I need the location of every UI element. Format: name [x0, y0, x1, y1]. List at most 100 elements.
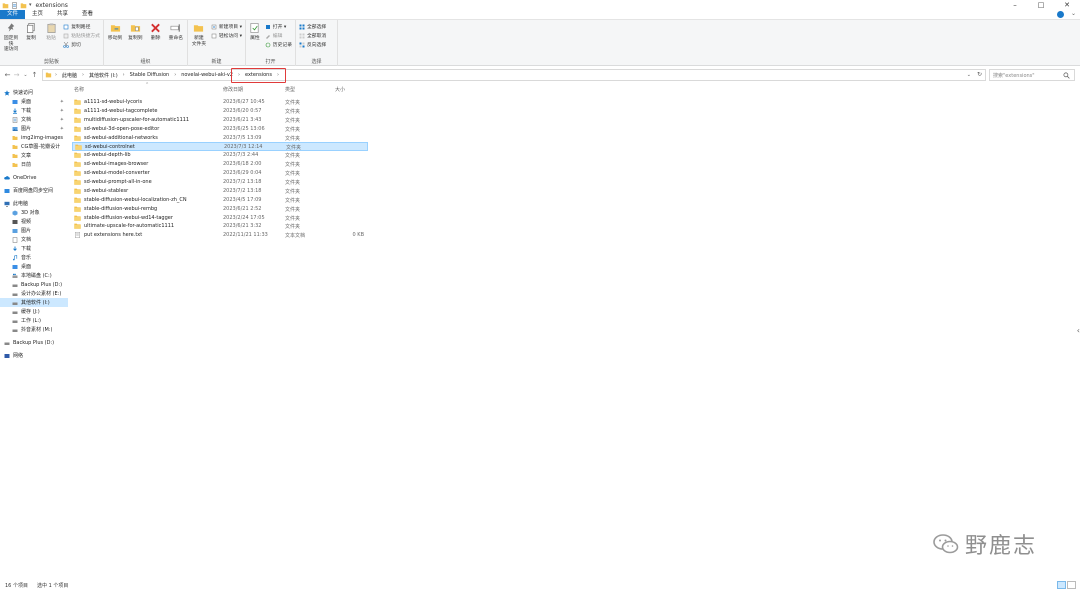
help-icon[interactable]	[1057, 11, 1064, 18]
large-icons-view-button[interactable]	[1067, 581, 1076, 589]
nav-downloads[interactable]: 下载 ✦	[0, 106, 68, 115]
file-row[interactable]: sd-webui-additional-networks 2023/7/5 13:…	[72, 134, 368, 143]
breadcrumb-novelai-webui[interactable]: novelai-webui-aki-v2	[181, 72, 233, 78]
file-date: 2023/7/3 12:14	[224, 144, 263, 151]
search-box[interactable]: 搜索"extensions"	[989, 69, 1075, 81]
nav-articles[interactable]: 文章	[0, 151, 68, 160]
folder-icon	[12, 162, 18, 167]
file-row[interactable]: sd-webui-depth-lib 2023/7/3 2:44 文件夹	[72, 151, 368, 160]
forward-arrow-icon[interactable]: →	[12, 71, 21, 79]
nav-drive-m[interactable]: 抖音素材 (M:)	[0, 325, 68, 334]
nav-backup-plus[interactable]: Backup Plus (D:)	[0, 338, 68, 347]
breadcrumb-separator-icon[interactable]: ›	[123, 72, 125, 78]
maximize-button[interactable]: □	[1028, 0, 1054, 10]
file-row[interactable]: stable-diffusion-webui-rembg 2023/6/21 2:…	[72, 205, 368, 214]
nav-label: 下载	[21, 246, 32, 252]
nav-label: 图片	[21, 228, 32, 234]
folder-icon	[74, 215, 81, 221]
tab-home[interactable]: 主页	[25, 10, 50, 19]
minimize-button[interactable]: –	[1002, 0, 1028, 10]
tab-view[interactable]: 查看	[75, 10, 100, 19]
nav-pc-pictures[interactable]: 图片	[0, 226, 68, 235]
file-row[interactable]: stable-diffusion-webui-wd14-tagger 2023/2…	[72, 214, 368, 223]
close-button[interactable]: ✕	[1054, 0, 1080, 10]
recent-chevron-icon[interactable]: ⌄	[21, 72, 30, 78]
new-item-button[interactable]: 新建项目 ▾	[211, 23, 242, 30]
sync-drive-icon	[4, 188, 10, 193]
nav-videos[interactable]: 视频	[0, 217, 68, 226]
address-dropdown-icon[interactable]: ⌄	[967, 72, 971, 78]
file-name: a1111-sd-webui-tagcomplete	[84, 107, 158, 114]
tab-file[interactable]: 文件	[0, 10, 26, 19]
file-row[interactable]: sd-webui-stablesr 2023/7/2 13:18 文件夹	[72, 187, 368, 196]
select-none-button[interactable]: 全部取消	[299, 32, 326, 39]
file-row[interactable]: sd-webui-model-converter 2023/6/29 0:04 文件…	[72, 169, 368, 178]
back-arrow-icon[interactable]: ←	[3, 71, 12, 79]
breadcrumb-this-pc[interactable]: 此电脑	[62, 72, 77, 79]
chevron-down-icon[interactable]: ⌄	[1071, 10, 1076, 17]
nav-3d-objects[interactable]: 3D 对象	[0, 208, 68, 217]
refresh-icon[interactable]: ↻	[977, 71, 982, 78]
details-view-button[interactable]	[1057, 581, 1066, 589]
nav-pictures[interactable]: 图片 ✦	[0, 124, 68, 133]
nav-pc-desktop[interactable]: 桌面	[0, 262, 68, 271]
breadcrumb-drive-i[interactable]: 其他软件 (I:)	[89, 72, 118, 79]
file-row[interactable]: a1111-sd-webui-lycoris 2023/6/27 10:45 文件夹	[72, 98, 368, 107]
nav-img2img-images[interactable]: img2img-images	[0, 133, 68, 142]
nav-pc-downloads[interactable]: 下载	[0, 244, 68, 253]
file-row[interactable]: a1111-sd-webui-tagcomplete 2023/6/20 0:57…	[72, 107, 368, 116]
breadcrumb-separator-icon[interactable]: ›	[174, 72, 176, 78]
new-folder-icon[interactable]	[20, 2, 27, 9]
nav-pc-documents[interactable]: 文档	[0, 235, 68, 244]
column-header-name[interactable]: 名称	[74, 86, 84, 93]
file-row[interactable]: put extensions here.txt 2022/11/21 11:33 文…	[72, 231, 368, 240]
invert-selection-button[interactable]: 反向选择	[299, 41, 326, 48]
nav-this-pc[interactable]: 此电脑	[0, 199, 68, 208]
file-row[interactable]: sd-webui-images-browser 2023/6/18 2:00 文件夹	[72, 160, 368, 169]
rename-label: 重命名	[168, 36, 184, 41]
nav-drive-d[interactable]: Backup Plus (D:)	[0, 280, 68, 289]
nav-documents[interactable]: 文档 ✦	[0, 115, 68, 124]
nav-quick-access[interactable]: 快速访问	[0, 88, 68, 97]
file-row[interactable]: ultimate-upscale-for-automatic1111 2023/6…	[72, 222, 368, 231]
column-header-date[interactable]: 修改日期	[223, 86, 243, 93]
file-row[interactable]: multidiffusion-upscaler-for-automatic111…	[72, 116, 368, 125]
properties-icon[interactable]	[11, 1, 18, 9]
nav-onedrive[interactable]: OneDrive	[0, 173, 68, 182]
breadcrumb-stable-diffusion[interactable]: Stable Diffusion	[130, 72, 170, 78]
file-name: stable-diffusion-webui-rembg	[84, 205, 158, 212]
file-row[interactable]: sd-webui-controlnet 2023/7/3 12:14 文件夹	[72, 142, 368, 151]
column-header-size[interactable]: 大小	[335, 86, 345, 93]
nav-drive-i[interactable]: 其他软件 (I:)	[0, 298, 68, 307]
nav-network[interactable]: 网络	[0, 351, 68, 360]
file-row[interactable]: sd-webui-prompt-all-in-one 2023/7/2 13:18…	[72, 178, 368, 187]
nav-label: 抖音素材 (M:)	[21, 327, 53, 333]
nav-cg-sketch[interactable]: CG草图-花瓣设计	[0, 142, 68, 151]
file-row[interactable]: stable-diffusion-webui-localization-zh_C…	[72, 196, 368, 205]
history-button[interactable]: 历史记录	[265, 41, 292, 48]
column-header-type[interactable]: 类型	[285, 86, 295, 93]
copy-path-button[interactable]: 复制路径	[63, 23, 100, 30]
easy-access-button[interactable]: 轻松访问 ▾	[211, 32, 242, 39]
qa-dropdown-icon[interactable]: ▾	[29, 2, 32, 8]
nav-drive-l[interactable]: 工作 (L:)	[0, 316, 68, 325]
cut-button[interactable]: 剪切	[63, 41, 100, 48]
open-button[interactable]: 打开 ▾	[265, 23, 292, 30]
file-row[interactable]: sd-webui-3d-open-pose-editor 2023/6/25 13…	[72, 125, 368, 134]
pin-icon: ✦	[59, 107, 64, 114]
nav-desktop[interactable]: 桌面 ✦	[0, 97, 68, 106]
nav-baidu-sync[interactable]: 百度网盘同步空间	[0, 186, 68, 195]
nav-music[interactable]: 音乐	[0, 253, 68, 262]
view-switcher	[1057, 581, 1076, 589]
breadcrumb-separator-icon[interactable]: ›	[82, 72, 84, 78]
paste-shortcut-button[interactable]: 粘贴快捷方式	[63, 32, 100, 39]
edit-button[interactable]: 编辑	[265, 32, 292, 39]
tab-share[interactable]: 共享	[50, 10, 75, 19]
nav-drive-e[interactable]: 设计办公素材 (E:)	[0, 289, 68, 298]
nav-drive-c[interactable]: 本地磁盘 (C:)	[0, 271, 68, 280]
nav-recent[interactable]: 日前	[0, 160, 68, 169]
up-arrow-icon[interactable]: ↑	[30, 71, 39, 79]
nav-drive-j[interactable]: 缓存 (J:)	[0, 307, 68, 316]
address-bar[interactable]: › 此电脑 › 其他软件 (I:) › Stable Diffusion › n…	[42, 68, 986, 83]
select-all-button[interactable]: 全部选择	[299, 23, 326, 30]
